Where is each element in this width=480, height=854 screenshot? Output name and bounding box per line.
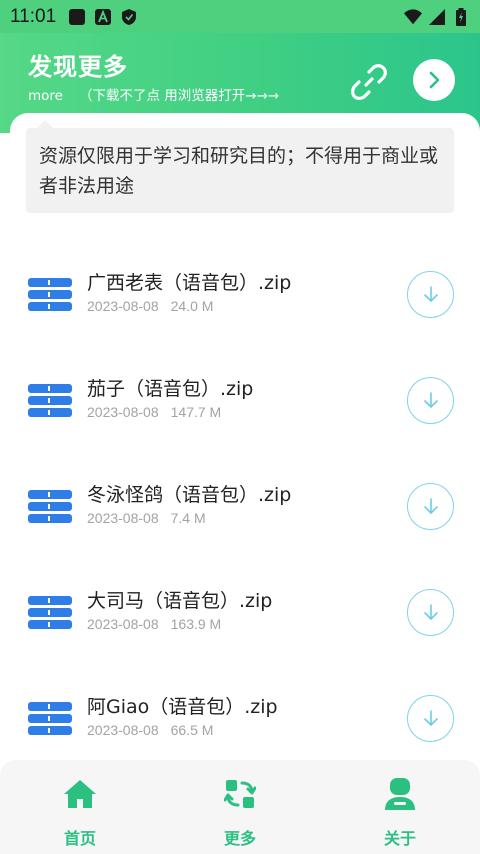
home-icon: [63, 777, 97, 811]
file-date: 2023-08-08: [87, 404, 159, 420]
subtitle-more: more: [28, 88, 63, 104]
file-date: 2023-08-08: [87, 298, 159, 314]
wifi-icon: [404, 8, 422, 26]
file-size: 147.7 M: [170, 404, 222, 420]
link-icon: [351, 64, 387, 100]
file-meta: 2023-08-08 147.7 M: [87, 404, 221, 420]
nav-label-about: 关于: [383, 829, 416, 848]
user-icon: [383, 777, 417, 811]
download-button[interactable]: [407, 271, 454, 318]
file-size: 66.5 M: [170, 722, 214, 738]
list-item[interactable]: 阿Giao（语音包）.zip 2023-08-08 66.5 M: [0, 664, 480, 770]
file-archive-icon: [28, 384, 72, 417]
nav-item-about[interactable]: 关于: [320, 760, 480, 854]
download-icon: [423, 709, 438, 726]
next-button[interactable]: [413, 59, 455, 101]
chevron-right-icon: [429, 71, 440, 89]
file-archive-icon: [28, 596, 72, 629]
file-name: 阿Giao（语音包）.zip: [87, 696, 278, 718]
download-icon: [423, 285, 438, 302]
refresh-icon: [223, 777, 257, 811]
list-item[interactable]: 茄子（语音包）.zip 2023-08-08 147.7 M: [0, 346, 480, 452]
bottom-nav: 首页 更多 关于: [0, 760, 480, 854]
file-name: 茄子（语音包）.zip: [87, 378, 254, 400]
file-name: 冬泳怪鸽（语音包）.zip: [87, 484, 292, 506]
download-button[interactable]: [407, 483, 454, 530]
status-time: 11:01: [10, 5, 57, 27]
nav-item-more[interactable]: 更多: [160, 760, 320, 854]
signal-icon: [428, 8, 446, 26]
file-list: 广西老表（语音包）.zip 2023-08-08 24.0 M 茄子（语音包）.z…: [0, 240, 480, 770]
page-title: 发现更多: [28, 53, 128, 81]
shield-icon: [120, 8, 138, 26]
file-archive-icon: [28, 490, 72, 523]
app-a-icon: [94, 8, 112, 26]
file-meta: 2023-08-08 163.9 M: [87, 616, 221, 632]
nav-label-home: 首页: [63, 829, 96, 848]
disclaimer-notice: 资源仅限用于学习和研究目的；不得用于商业或者非法用途: [26, 128, 454, 213]
file-archive-icon: [28, 278, 72, 311]
download-button[interactable]: [407, 377, 454, 424]
file-meta: 2023-08-08 66.5 M: [87, 722, 213, 738]
file-name: 广西老表（语音包）.zip: [87, 272, 292, 294]
download-icon: [423, 603, 438, 620]
file-date: 2023-08-08: [87, 616, 159, 632]
list-item[interactable]: 广西老表（语音包）.zip 2023-08-08 24.0 M: [0, 240, 480, 346]
nav-label-more: 更多: [223, 829, 256, 848]
notification-square-icon: [68, 8, 86, 26]
subtitle-hint: （下载不了点 用浏览器打开→→→: [78, 88, 280, 104]
download-icon: [423, 391, 438, 408]
header-subtitle: more （下载不了点 用浏览器打开→→→: [28, 84, 279, 104]
file-meta: 2023-08-08 7.4 M: [87, 510, 206, 526]
open-link-button[interactable]: [348, 61, 390, 103]
file-size: 163.9 M: [170, 616, 222, 632]
download-button[interactable]: [407, 589, 454, 636]
list-item[interactable]: 大司马（语音包）.zip 2023-08-08 163.9 M: [0, 558, 480, 664]
battery-icon: [452, 7, 470, 26]
file-date: 2023-08-08: [87, 510, 159, 526]
list-item[interactable]: 冬泳怪鸽（语音包）.zip 2023-08-08 7.4 M: [0, 452, 480, 558]
file-size: 24.0 M: [170, 298, 214, 314]
download-button[interactable]: [407, 695, 454, 742]
file-size: 7.4 M: [170, 510, 206, 526]
file-date: 2023-08-08: [87, 722, 159, 738]
nav-item-home[interactable]: 首页: [0, 760, 160, 854]
download-icon: [423, 497, 438, 514]
file-name: 大司马（语音包）.zip: [87, 590, 273, 612]
file-meta: 2023-08-08 24.0 M: [87, 298, 213, 314]
file-archive-icon: [28, 702, 72, 735]
status-bar: 11:01: [0, 0, 480, 33]
